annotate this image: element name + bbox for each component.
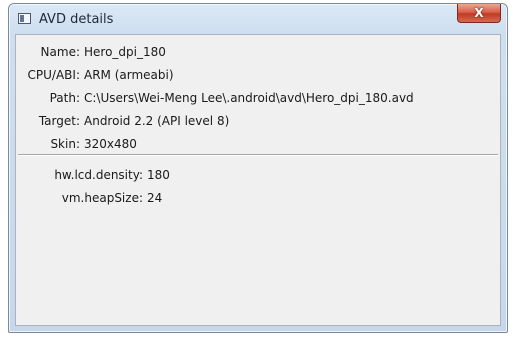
target-value: Android 2.2 (API level 8)	[84, 114, 230, 128]
heap-size-value: 24	[147, 191, 163, 205]
target-label: Target:	[38, 114, 80, 128]
title-bar[interactable]: AVD details X	[9, 4, 507, 34]
property-row-heap-size: vm.heapSize: 24	[16, 191, 496, 209]
avd-details-window: AVD details X Name: Hero_dpi_180 CPU/ABI…	[8, 3, 508, 333]
name-value: Hero_dpi_180	[84, 45, 166, 59]
path-value: C:\Users\Wei-Meng Lee\.android\avd\Hero_…	[84, 91, 414, 105]
lcd-density-value: 180	[147, 168, 170, 182]
cpu-abi-label: CPU/ABI:	[27, 68, 80, 82]
detail-row-cpu-abi: CPU/ABI: ARM (armeabi)	[16, 68, 496, 86]
heap-size-label: vm.heapSize:	[61, 191, 143, 205]
skin-label: Skin:	[50, 137, 80, 151]
property-row-lcd-density: hw.lcd.density: 180	[16, 168, 496, 186]
window-app-icon	[18, 13, 31, 24]
cpu-abi-value: ARM (armeabi)	[84, 68, 174, 82]
detail-row-name: Name: Hero_dpi_180	[16, 45, 496, 63]
detail-row-skin: Skin: 320x480	[16, 137, 496, 155]
detail-row-path: Path: C:\Users\Wei-Meng Lee\.android\avd…	[16, 91, 496, 109]
path-label: Path:	[49, 91, 80, 105]
window-title: AVD details	[39, 12, 114, 27]
section-divider	[18, 154, 498, 156]
close-button[interactable]: X	[457, 4, 501, 23]
name-label: Name:	[40, 45, 80, 59]
details-panel: Name: Hero_dpi_180 CPU/ABI: ARM (armeabi…	[15, 34, 501, 326]
lcd-density-label: hw.lcd.density:	[54, 168, 143, 182]
detail-row-target: Target: Android 2.2 (API level 8)	[16, 114, 496, 132]
skin-value: 320x480	[84, 137, 137, 151]
